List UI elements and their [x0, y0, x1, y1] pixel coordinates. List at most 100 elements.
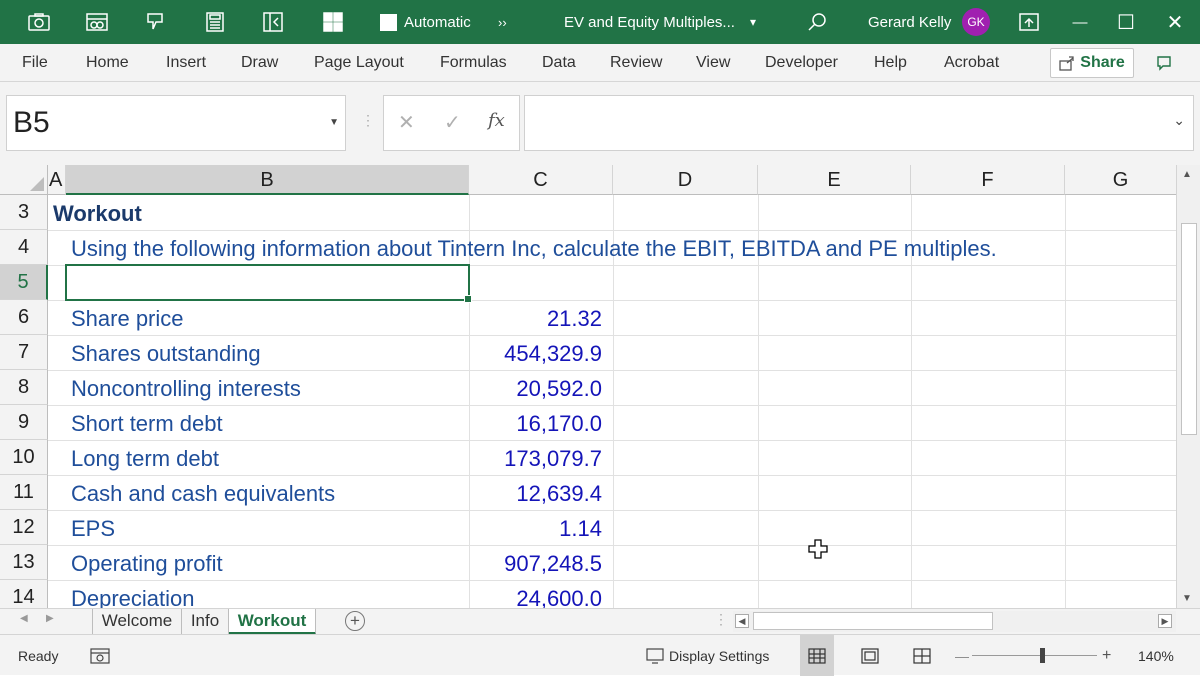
cell-c9-value[interactable]: 16,170.0 — [470, 406, 602, 441]
add-sheet-button[interactable]: + — [345, 611, 365, 631]
ribbon-display-icon[interactable] — [1018, 0, 1040, 44]
cell-b6-label[interactable]: Share price — [71, 301, 184, 336]
menu-review[interactable]: Review — [610, 44, 662, 82]
column-header-d[interactable]: D — [613, 165, 758, 195]
scroll-right-icon[interactable]: ▶ — [1158, 614, 1172, 628]
cell-b9-label[interactable]: Short term debt — [71, 406, 223, 441]
tab-workout[interactable]: Workout — [229, 609, 316, 635]
column-header-g[interactable]: G — [1065, 165, 1176, 195]
cell-b11-label[interactable]: Cash and cash equivalents — [71, 476, 335, 511]
more-commands-icon[interactable]: ›› — [498, 0, 507, 44]
tab-scroll-right-icon[interactable]: ▶ — [46, 613, 54, 624]
menu-page-layout[interactable]: Page Layout — [314, 44, 404, 82]
select-all-button[interactable] — [0, 165, 48, 195]
cell-c13-value[interactable]: 907,248.5 — [470, 546, 602, 581]
column-header-e[interactable]: E — [758, 165, 911, 195]
share-button[interactable]: Share — [1050, 48, 1134, 78]
cell-c10-value[interactable]: 173,079.7 — [470, 441, 602, 476]
search-icon[interactable] — [806, 0, 828, 44]
formula-bar-grip[interactable]: ⋮ — [361, 112, 375, 129]
minimize-button[interactable]: — — [1070, 0, 1090, 44]
zoom-level[interactable]: 140% — [1138, 635, 1174, 676]
cell-b13-label[interactable]: Operating profit — [71, 546, 223, 581]
enter-icon[interactable]: ✓ — [444, 110, 461, 135]
cancel-icon[interactable]: ✕ — [398, 110, 415, 135]
cell-b7-label[interactable]: Shares outstanding — [71, 336, 261, 371]
vertical-scroll-thumb[interactable] — [1181, 223, 1197, 435]
scroll-up-icon[interactable]: ▲ — [1182, 169, 1192, 180]
grid-layout-icon[interactable] — [322, 0, 344, 44]
tab-split-grip[interactable]: ⋮ — [714, 611, 728, 628]
comments-button[interactable] — [1148, 48, 1180, 78]
horizontal-scroll-thumb[interactable] — [753, 612, 993, 630]
formula-input[interactable]: ⌄ — [524, 95, 1194, 151]
menu-file[interactable]: File — [22, 44, 48, 82]
row-header-5[interactable]: 5 — [0, 265, 48, 300]
column-header-c[interactable]: C — [469, 165, 613, 195]
column-header-f[interactable]: F — [911, 165, 1065, 195]
display-settings-button[interactable]: Display Settings — [646, 635, 769, 676]
column-header-a[interactable]: A — [48, 165, 66, 195]
cell-c14-value[interactable]: 24,600.0 — [470, 581, 602, 608]
close-button[interactable]: ✕ — [1164, 0, 1186, 44]
page-break-view-icon[interactable] — [905, 635, 939, 676]
avatar[interactable]: GK — [962, 8, 990, 36]
row-header-11[interactable]: 11 — [0, 475, 48, 510]
document-title[interactable]: EV and Equity Multiples... — [564, 0, 735, 44]
print-preview-icon[interactable] — [86, 0, 108, 44]
row-header-12[interactable]: 12 — [0, 510, 48, 545]
menu-view[interactable]: View — [696, 44, 730, 82]
macro-recording-icon[interactable] — [90, 635, 110, 676]
row-header-7[interactable]: 7 — [0, 335, 48, 370]
tab-scroll-left-icon[interactable]: ◀ — [20, 613, 28, 624]
cell-b14-label[interactable]: Depreciation — [71, 581, 195, 608]
zoom-slider-track[interactable] — [972, 655, 1097, 656]
autosave-toggle[interactable]: Automatic — [380, 0, 471, 44]
row-header-9[interactable]: 9 — [0, 405, 48, 440]
cell-c6-value[interactable]: 21.32 — [470, 301, 602, 336]
normal-view-icon[interactable] — [800, 635, 834, 676]
camera-icon[interactable] — [28, 0, 50, 44]
column-header-b[interactable]: B — [66, 165, 469, 195]
zoom-out-button[interactable]: — — [955, 635, 969, 676]
expand-formula-icon[interactable]: ⌄ — [1173, 112, 1185, 129]
cell-c7-value[interactable]: 454,329.9 — [470, 336, 602, 371]
row-header-3[interactable]: 3 — [0, 195, 48, 230]
row-header-13[interactable]: 13 — [0, 545, 48, 580]
cell-b8-label[interactable]: Noncontrolling interests — [71, 371, 301, 406]
tab-welcome[interactable]: Welcome — [92, 609, 182, 635]
autosave-checkbox[interactable] — [380, 13, 397, 31]
menu-developer[interactable]: Developer — [765, 44, 838, 82]
active-cell-b5[interactable] — [65, 264, 472, 303]
zoom-in-button[interactable]: + — [1102, 635, 1111, 676]
name-box-dropdown-icon[interactable]: ▼ — [329, 96, 339, 150]
page-layout-view-icon[interactable] — [853, 635, 887, 676]
insert-function-button[interactable]: fx — [488, 110, 505, 131]
row-header-6[interactable]: 6 — [0, 300, 48, 335]
cell-c11-value[interactable]: 12,639.4 — [470, 476, 602, 511]
user-name[interactable]: Gerard Kelly — [868, 0, 951, 44]
menu-home[interactable]: Home — [86, 44, 129, 82]
menu-insert[interactable]: Insert — [166, 44, 206, 82]
menu-acrobat[interactable]: Acrobat — [944, 44, 999, 82]
row-header-4[interactable]: 4 — [0, 230, 48, 265]
title-dropdown-icon[interactable]: ▾ — [750, 0, 756, 44]
cell-c8-value[interactable]: 20,592.0 — [470, 371, 602, 406]
freeze-panes-icon[interactable] — [262, 0, 284, 44]
menu-draw[interactable]: Draw — [241, 44, 278, 82]
menu-help[interactable]: Help — [874, 44, 907, 82]
cell-b12-label[interactable]: EPS — [71, 511, 115, 546]
calculator-icon[interactable] — [204, 0, 226, 44]
row-header-14[interactable]: 14 — [0, 580, 48, 608]
zoom-slider-thumb[interactable] — [1040, 648, 1045, 663]
menu-formulas[interactable]: Formulas — [440, 44, 507, 82]
maximize-button[interactable]: ☐ — [1116, 0, 1136, 44]
menu-data[interactable]: Data — [542, 44, 576, 82]
tab-info[interactable]: Info — [182, 609, 229, 635]
scroll-down-icon[interactable]: ▼ — [1182, 593, 1192, 604]
cell-b10-label[interactable]: Long term debt — [71, 441, 219, 476]
cell-c12-value[interactable]: 1.14 — [470, 511, 602, 546]
vertical-scrollbar[interactable]: ▲ ▼ — [1176, 165, 1200, 608]
scroll-left-icon[interactable]: ◀ — [735, 614, 749, 628]
row-header-10[interactable]: 10 — [0, 440, 48, 475]
